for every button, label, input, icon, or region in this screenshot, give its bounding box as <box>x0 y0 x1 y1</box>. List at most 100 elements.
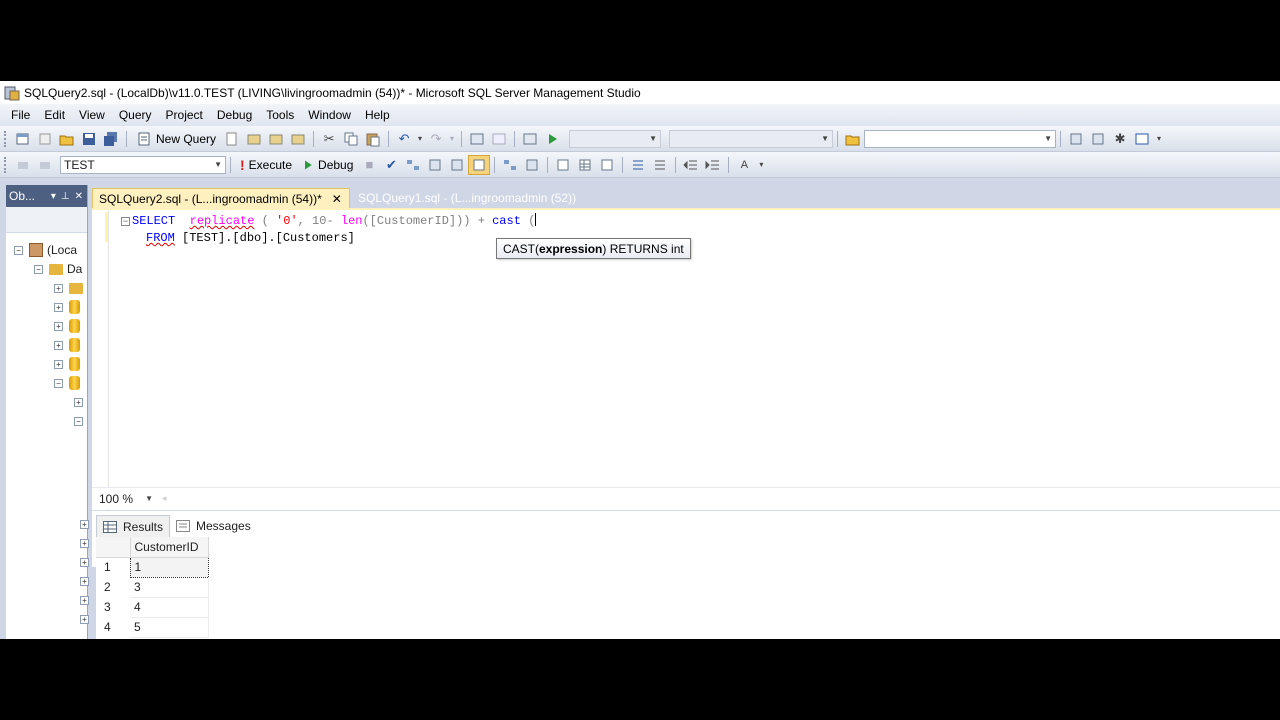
navigate-forward-icon[interactable] <box>488 129 510 149</box>
debug-button[interactable]: Debug <box>297 155 358 175</box>
uncomment-icon[interactable] <box>649 155 671 175</box>
results-to-grid-icon[interactable] <box>574 155 596 175</box>
display-estimated-plan-icon[interactable] <box>402 155 424 175</box>
collapse-icon[interactable]: − <box>14 245 23 255</box>
tab-results[interactable]: Results <box>96 515 171 537</box>
connect-icon[interactable] <box>12 155 34 175</box>
table-cell[interactable]: 5 <box>130 617 209 638</box>
parse-check-icon[interactable]: ✔ <box>380 155 402 175</box>
client-statistics-icon[interactable] <box>521 155 543 175</box>
disconnect-icon[interactable] <box>34 155 56 175</box>
include-actual-plan-icon[interactable] <box>499 155 521 175</box>
tab-sqlquery1[interactable]: SQLQuery1.sql - (L...ingroomadmin (52)) <box>352 188 582 208</box>
open-folder-icon[interactable] <box>56 129 78 149</box>
collapse-icon[interactable]: − <box>74 416 83 426</box>
navigate-back-icon[interactable] <box>466 129 488 149</box>
copy-icon[interactable] <box>340 129 362 149</box>
expand-icon[interactable]: + <box>80 558 89 567</box>
column-header[interactable]: CustomerID <box>130 537 209 558</box>
tab-messages[interactable]: Messages <box>170 515 257 537</box>
tree-node-child[interactable]: + <box>74 393 89 411</box>
tree-node-database[interactable]: + <box>54 355 80 373</box>
window-position-icon[interactable]: ▾ <box>51 191 56 202</box>
menu-edit[interactable]: Edit <box>37 108 72 122</box>
new-project-icon[interactable] <box>12 129 34 149</box>
properties-icon[interactable]: ✱ <box>1109 129 1131 149</box>
decrease-indent-icon[interactable] <box>680 155 702 175</box>
expand-icon[interactable]: + <box>80 577 89 586</box>
toolbar-options-icon[interactable]: ▾ <box>755 155 767 175</box>
table-cell[interactable]: 1 <box>129 556 209 578</box>
expand-icon[interactable]: + <box>54 359 63 369</box>
add-item-icon[interactable] <box>34 129 56 149</box>
analysis-query-icon[interactable] <box>243 129 265 149</box>
table-cell[interactable]: 4 <box>130 597 209 618</box>
cut-icon[interactable]: ✂ <box>318 129 340 149</box>
collapse-icon[interactable]: − <box>54 378 63 388</box>
increase-indent-icon[interactable] <box>702 155 724 175</box>
solution-config-combo[interactable]: ▼ <box>569 129 662 148</box>
row-number[interactable]: 4 <box>96 617 130 637</box>
tab-sqlquery2[interactable]: SQLQuery2.sql - (L...ingroomadmin (54))*… <box>92 188 350 208</box>
find-in-files-icon[interactable] <box>842 129 864 149</box>
expand-icon[interactable]: + <box>80 615 89 624</box>
zoom-combo[interactable]: 100 % ▼ <box>96 489 156 508</box>
menu-file[interactable]: File <box>4 108 37 122</box>
save-icon[interactable] <box>78 129 100 149</box>
menu-view[interactable]: View <box>72 108 112 122</box>
pin-icon[interactable]: ⊥ <box>61 191 70 202</box>
database-engine-query-icon[interactable] <box>221 129 243 149</box>
execute-button[interactable]: ! Execute <box>235 155 297 175</box>
expand-icon[interactable]: + <box>80 596 89 605</box>
tree-node-system-databases[interactable]: + <box>54 279 83 297</box>
menu-query[interactable]: Query <box>112 108 159 122</box>
row-number[interactable]: 1 <box>96 557 130 577</box>
object-explorer-icon[interactable] <box>1087 129 1109 149</box>
registered-servers-icon[interactable] <box>1065 129 1087 149</box>
expand-icon[interactable]: + <box>54 321 63 331</box>
undo-dropdown-icon[interactable]: ▾ <box>415 129 425 149</box>
menu-debug[interactable]: Debug <box>210 108 259 122</box>
xmla-query-icon[interactable] <box>287 129 309 149</box>
menu-window[interactable]: Window <box>301 108 358 122</box>
tree-node-server[interactable]: − (Loca <box>14 241 77 259</box>
redo-icon[interactable]: ↷ <box>425 129 447 149</box>
table-cell[interactable]: 3 <box>130 577 209 598</box>
grid-corner[interactable] <box>96 537 131 558</box>
expand-icon[interactable]: + <box>54 302 63 312</box>
find-combo[interactable]: ▼ <box>864 129 1057 148</box>
tree-node-database[interactable]: + <box>54 336 80 354</box>
expand-icon[interactable]: + <box>80 520 89 529</box>
collapse-icon[interactable]: − <box>34 264 43 274</box>
cancel-query-icon[interactable]: ■ <box>358 155 380 175</box>
tree-node-database[interactable]: + <box>54 317 80 335</box>
results-to-file-icon[interactable] <box>596 155 618 175</box>
close-icon[interactable]: ✕ <box>75 191 83 202</box>
tree-node-child[interactable]: − <box>74 412 89 430</box>
row-number[interactable]: 2 <box>96 577 130 597</box>
toolbar-options-icon[interactable]: ▾ <box>1153 129 1165 149</box>
expand-icon[interactable]: + <box>80 539 89 548</box>
specify-values-icon[interactable]: A <box>733 155 755 175</box>
comment-out-icon[interactable] <box>627 155 649 175</box>
paste-icon[interactable] <box>362 129 384 149</box>
query-options-icon[interactable] <box>446 155 468 175</box>
menu-tools[interactable]: Tools <box>259 108 301 122</box>
code-text[interactable]: SELECT replicate ( '0', 10- len([Custome… <box>118 213 537 247</box>
available-databases-combo[interactable]: TEST ▼ <box>60 155 226 174</box>
expand-icon[interactable]: + <box>74 397 83 407</box>
results-to-text-icon[interactable] <box>552 155 574 175</box>
tree-node-databases[interactable]: − Da <box>34 260 82 278</box>
redo-dropdown-icon[interactable]: ▾ <box>447 129 457 149</box>
save-all-icon[interactable] <box>100 129 122 149</box>
expand-icon[interactable]: + <box>54 340 63 350</box>
mdx-query-icon[interactable] <box>265 129 287 149</box>
solution-platform-combo[interactable]: ▼ <box>669 129 834 148</box>
scroll-left-icon[interactable]: ◂ <box>162 493 167 504</box>
menu-help[interactable]: Help <box>358 108 397 122</box>
toolbar-grip[interactable] <box>4 156 8 173</box>
tree-node-database-test[interactable]: − <box>54 374 80 392</box>
tree-node-database[interactable]: + <box>54 298 80 316</box>
menu-project[interactable]: Project <box>159 108 210 122</box>
new-query-button[interactable]: New Query <box>131 129 221 149</box>
